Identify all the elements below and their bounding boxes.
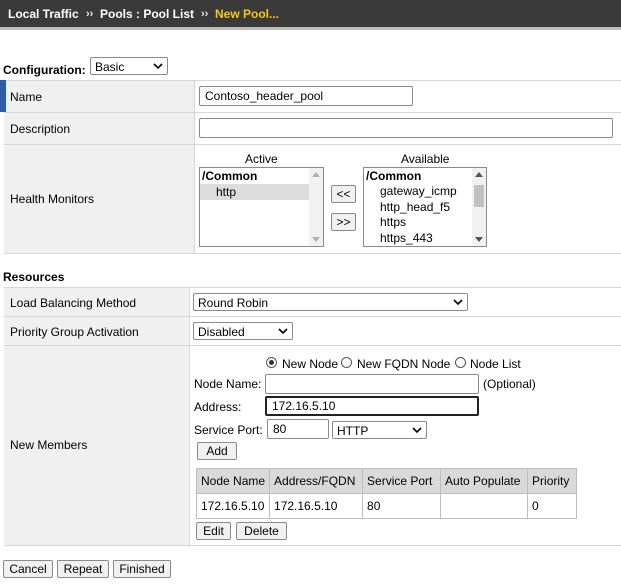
available-monitors-header: Available xyxy=(401,152,450,166)
list-item[interactable]: http xyxy=(216,185,236,199)
configuration-label: Configuration: xyxy=(3,63,86,77)
new-members-label-cell: New Members xyxy=(4,346,190,545)
description-input[interactable] xyxy=(199,118,613,138)
list-item[interactable]: https xyxy=(380,215,406,229)
active-monitors-header: Active xyxy=(245,152,278,166)
breadcrumb-separator: ›› xyxy=(86,8,94,20)
edit-member-button[interactable]: Edit xyxy=(196,522,231,540)
new-node-radio-label[interactable]: New Node xyxy=(282,357,338,371)
chevron-down-icon xyxy=(412,427,422,434)
health-monitors-label-cell: Health Monitors xyxy=(4,145,195,253)
list-group-common: /Common xyxy=(366,169,422,183)
new-fqdn-node-radio[interactable] xyxy=(341,357,352,368)
name-label: Name xyxy=(10,90,43,104)
breadcrumb-pool-list[interactable]: Pools : Pool List xyxy=(100,7,194,21)
scroll-down-icon[interactable] xyxy=(475,237,483,243)
new-node-radio[interactable] xyxy=(266,357,277,368)
available-monitors-list[interactable]: /Common gateway_icmp http_head_f5 https … xyxy=(363,167,487,247)
description-label-cell: Description xyxy=(4,113,195,144)
column-header-node-name: Node Name xyxy=(195,468,271,494)
move-to-available-button[interactable]: >> xyxy=(331,213,356,231)
optional-hint: (Optional) xyxy=(483,377,536,391)
new-members-label: New Members xyxy=(10,438,88,452)
description-label: Description xyxy=(10,122,71,136)
list-item[interactable]: https_443 xyxy=(380,231,433,245)
scrollbar[interactable] xyxy=(309,168,323,246)
lb-method-label-cell: Load Balancing Method xyxy=(4,288,190,316)
required-indicator xyxy=(0,80,6,112)
table-cell: 172.16.5.10 xyxy=(195,493,271,519)
scroll-up-icon[interactable] xyxy=(312,171,320,177)
resources-section-title: Resources xyxy=(3,270,65,284)
scrollbar[interactable] xyxy=(472,168,486,246)
finished-button[interactable]: Finished xyxy=(113,560,171,578)
lb-method-select[interactable]: Round Robin xyxy=(193,293,468,311)
table-cell: 0 xyxy=(527,493,578,519)
column-header-address: Address/FQDN xyxy=(269,468,364,494)
address-label: Address: xyxy=(194,400,242,414)
priority-group-value: Disabled xyxy=(198,325,245,339)
breadcrumb-current: New Pool... xyxy=(215,7,280,21)
list-group-common: /Common xyxy=(202,169,258,183)
delete-member-button[interactable]: Delete xyxy=(236,522,287,540)
address-input[interactable] xyxy=(265,396,479,416)
service-port-input[interactable] xyxy=(267,419,329,439)
list-item[interactable]: http_head_f5 xyxy=(380,200,450,214)
service-port-label: Service Port: xyxy=(194,423,263,437)
breadcrumb: Local Traffic ›› Pools : Pool List ›› Ne… xyxy=(0,0,621,30)
node-list-radio-label[interactable]: Node List xyxy=(470,357,521,371)
configuration-select[interactable]: Basic xyxy=(90,57,168,75)
priority-group-label: Priority Group Activation xyxy=(10,325,139,339)
column-header-service-port: Service Port xyxy=(362,468,442,494)
priority-group-select[interactable]: Disabled xyxy=(193,322,293,340)
chevron-down-icon xyxy=(453,299,463,306)
cancel-button[interactable]: Cancel xyxy=(3,560,53,578)
table-cell: 80 xyxy=(362,493,442,519)
column-header-auto-populate: Auto Populate xyxy=(440,468,529,494)
configuration-value: Basic xyxy=(95,60,125,74)
scroll-up-icon[interactable] xyxy=(475,171,483,177)
priority-group-label-cell: Priority Group Activation xyxy=(4,317,190,345)
priority-group-row: Priority Group Activation xyxy=(4,317,621,346)
health-monitors-label: Health Monitors xyxy=(10,192,95,206)
node-list-radio[interactable] xyxy=(455,357,466,368)
column-header-priority: Priority xyxy=(527,468,578,494)
scroll-thumb[interactable] xyxy=(474,185,484,207)
repeat-button[interactable]: Repeat xyxy=(57,560,109,578)
table-cell xyxy=(440,493,529,519)
active-monitors-list[interactable]: /Common http xyxy=(199,167,324,247)
table-cell: 172.16.5.10 xyxy=(269,493,364,519)
node-name-input[interactable] xyxy=(265,374,479,394)
name-input[interactable] xyxy=(199,86,413,106)
breadcrumb-local-traffic[interactable]: Local Traffic xyxy=(8,7,79,21)
node-name-label: Node Name: xyxy=(194,377,262,391)
list-item[interactable]: gateway_icmp xyxy=(380,184,457,198)
table-row[interactable]: 172.16.5.10 172.16.5.10 80 0 xyxy=(195,493,578,519)
scroll-down-icon[interactable] xyxy=(312,237,320,243)
lb-method-label: Load Balancing Method xyxy=(10,296,137,310)
new-fqdn-node-radio-label[interactable]: New FQDN Node xyxy=(357,357,450,371)
lb-method-value: Round Robin xyxy=(198,296,269,310)
chevron-down-icon xyxy=(278,328,288,335)
service-port-protocol-select[interactable]: HTTP xyxy=(332,421,427,439)
chevron-down-icon xyxy=(153,63,163,70)
add-member-button[interactable]: Add xyxy=(197,442,237,460)
members-table: Node Name Address/FQDN Service Port Auto… xyxy=(195,468,578,519)
breadcrumb-separator: ›› xyxy=(201,8,209,20)
service-port-protocol-value: HTTP xyxy=(337,424,369,438)
name-label-cell: Name xyxy=(4,81,195,112)
move-to-active-button[interactable]: << xyxy=(331,185,356,203)
